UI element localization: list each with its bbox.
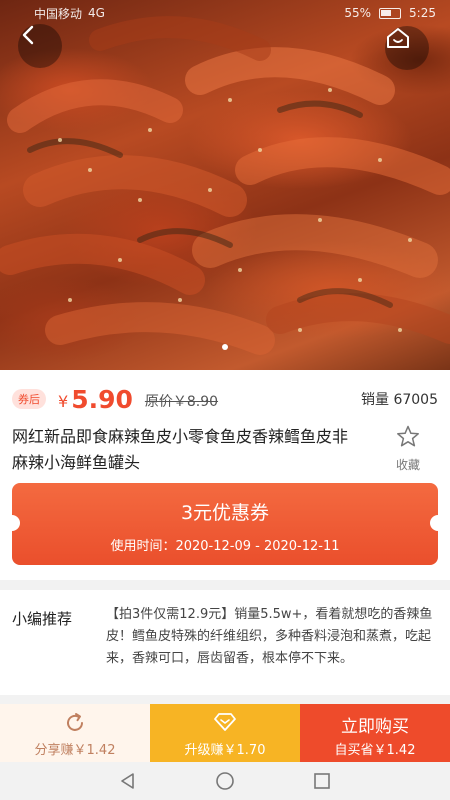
buy-save-label: 自买省￥1.42	[334, 743, 416, 758]
back-button[interactable]	[18, 24, 62, 68]
original-price: 原价￥8.90	[144, 394, 219, 410]
image-pagination	[0, 344, 450, 350]
triangle-back-icon[interactable]	[117, 770, 139, 792]
recommendation-text: 【拍3件仅需12.9元】销量5.5w+，看着就想吃的香辣鱼皮！鳕鱼皮特殊的纤维组…	[106, 607, 433, 666]
product-detail-screen: 中国移动 4G 55% 5:25 券后 ¥ 5.90 原价￥8.90 销量 67…	[0, 0, 450, 800]
product-title: 网红新品即食麻辣鱼皮小零食鱼皮香辣鳕鱼皮非麻辣小海鲜鱼罐头	[12, 427, 349, 472]
diamond-icon	[214, 713, 236, 731]
coupon-card[interactable]: 3元优惠券 使用时间：2020-12-09 - 2020-12-11	[4, 483, 446, 565]
favorite-button[interactable]: 收藏	[388, 424, 428, 473]
buy-now-label: 立即购买	[341, 717, 409, 737]
share-earn-button[interactable]: 分享赚￥1.42	[0, 704, 150, 762]
upgrade-earn-button[interactable]: 升级赚￥1.70	[150, 704, 300, 762]
battery-percent: 55%	[344, 6, 372, 20]
home-button[interactable]	[385, 26, 429, 70]
back-arrow-icon	[22, 25, 34, 45]
fish-skin-texture	[0, 16, 450, 355]
star-icon	[397, 425, 419, 447]
favorite-label: 收藏	[395, 458, 420, 472]
product-image[interactable]: 中国移动 4G 55% 5:25	[0, 0, 450, 370]
battery-icon	[379, 7, 402, 19]
system-nav-bar	[0, 762, 450, 800]
upgrade-earn-label: 升级赚￥1.70	[184, 743, 266, 758]
coupon-title: 3元优惠券	[180, 502, 270, 524]
buy-now-button[interactable]: 立即购买 自买省￥1.42	[300, 704, 450, 762]
product-info-card: 券后 ¥ 5.90 原价￥8.90 销量 67005 网红新品即食麻辣鱼皮小零食…	[0, 370, 450, 580]
status-bar: 中国移动 4G 55% 5:25	[0, 0, 450, 26]
price-row: 券后 ¥ 5.90 原价￥8.90 销量 67005	[12, 384, 438, 414]
coupon-date: 使用时间：2020-12-09 - 2020-12-11	[110, 539, 340, 554]
sales-count: 销量 67005	[361, 392, 438, 408]
pagination-dot	[222, 344, 228, 350]
price: 5.90	[71, 384, 133, 414]
editor-recommendation: 小编推荐 【拍3件仅需12.9元】销量5.5w+，看着就想吃的香辣鱼皮！鳕鱼皮特…	[0, 590, 450, 695]
bottom-action-bar: 分享赚￥1.42 升级赚￥1.70 立即购买 自买省￥1.42	[0, 704, 450, 762]
currency-symbol: ¥	[58, 391, 69, 411]
carrier-label: 中国移动	[34, 6, 83, 21]
share-icon	[67, 713, 83, 731]
square-recent-icon[interactable]	[311, 770, 333, 792]
share-earn-label: 分享赚￥1.42	[34, 743, 116, 758]
circle-home-icon[interactable]	[214, 770, 236, 792]
recommendation-label: 小编推荐	[12, 610, 73, 628]
home-icon	[387, 28, 409, 48]
clock: 5:25	[409, 6, 436, 20]
network-label: 4G	[88, 6, 105, 20]
coupon-price-tag: 券后	[12, 389, 46, 409]
